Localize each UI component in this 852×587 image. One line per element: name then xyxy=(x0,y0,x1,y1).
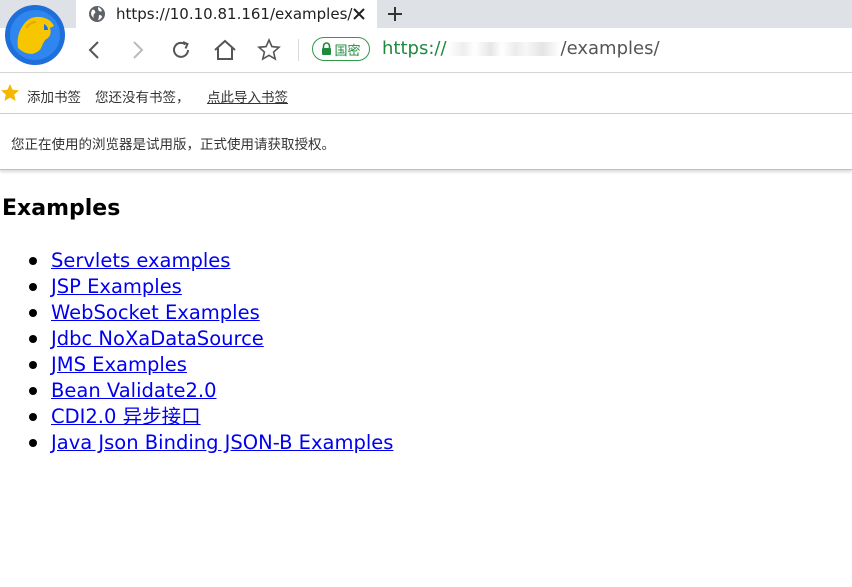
link-bean-validate[interactable]: Bean Validate2.0 xyxy=(51,379,216,402)
link-websocket-examples[interactable]: WebSocket Examples xyxy=(51,301,260,324)
address-bar[interactable]: https:// /examples/ xyxy=(382,38,660,59)
bookmarks-bar: 添加书签 您还没有书签， 点此导入书签 xyxy=(0,73,852,114)
link-jms-examples[interactable]: JMS Examples xyxy=(51,353,187,376)
page-title: Examples xyxy=(2,196,121,221)
back-icon[interactable] xyxy=(82,37,108,63)
link-servlets-examples[interactable]: Servlets examples xyxy=(51,249,230,272)
add-bookmark-button[interactable]: 添加书签 xyxy=(27,86,81,106)
link-json-binding-examples[interactable]: Java Json Binding JSON-B Examples xyxy=(51,431,393,454)
link-jdbc-noxadatasource[interactable]: Jdbc NoXaDataSource xyxy=(51,327,264,350)
tab-examples[interactable]: https://10.10.81.161/examples/ xyxy=(76,0,377,28)
no-bookmarks-text: 您还没有书签， xyxy=(95,90,190,106)
tab-bar: https://10.10.81.161/examples/ xyxy=(0,0,852,28)
link-jsp-examples[interactable]: JSP Examples xyxy=(51,275,182,298)
link-cdi-async[interactable]: CDI2.0 异步接口 xyxy=(51,405,201,428)
globe-icon xyxy=(88,5,106,23)
list-item: CDI2.0 异步接口 xyxy=(0,404,393,430)
tab-title: https://10.10.81.161/examples/ xyxy=(116,5,353,23)
list-item: Jdbc NoXaDataSource xyxy=(0,326,393,352)
toolbar: 国密 https:// /examples/ xyxy=(0,28,852,73)
list-item: WebSocket Examples xyxy=(0,300,393,326)
list-item: JMS Examples xyxy=(0,352,393,378)
trial-notice-bar: 您正在使用的浏览器是试用版，正式使用请获取授权。 xyxy=(0,114,852,170)
plus-icon[interactable] xyxy=(383,2,407,26)
url-host-redacted xyxy=(447,42,560,56)
refresh-icon[interactable] xyxy=(168,37,194,63)
trial-notice-text: 您正在使用的浏览器是试用版，正式使用请获取授权。 xyxy=(11,137,335,153)
examples-list: Servlets examples JSP Examples WebSocket… xyxy=(0,248,393,456)
list-item: JSP Examples xyxy=(0,274,393,300)
sm-cert-badge[interactable]: 国密 xyxy=(312,37,370,61)
badge-label: 国密 xyxy=(334,43,361,59)
browser-logo xyxy=(4,4,66,66)
bookmark-star-icon[interactable] xyxy=(0,83,20,103)
url-scheme: https:// xyxy=(382,38,447,59)
list-item: Bean Validate2.0 xyxy=(0,378,393,404)
close-icon[interactable] xyxy=(349,4,369,24)
list-item: Servlets examples xyxy=(0,248,393,274)
lock-icon xyxy=(321,40,332,59)
home-icon[interactable] xyxy=(212,37,238,63)
forward-icon[interactable] xyxy=(124,37,150,63)
list-item: Java Json Binding JSON-B Examples xyxy=(0,430,393,456)
star-icon[interactable] xyxy=(256,37,282,63)
url-path: /examples/ xyxy=(560,38,660,59)
import-bookmarks-link[interactable]: 点此导入书签 xyxy=(207,86,288,106)
toolbar-separator xyxy=(298,39,299,61)
